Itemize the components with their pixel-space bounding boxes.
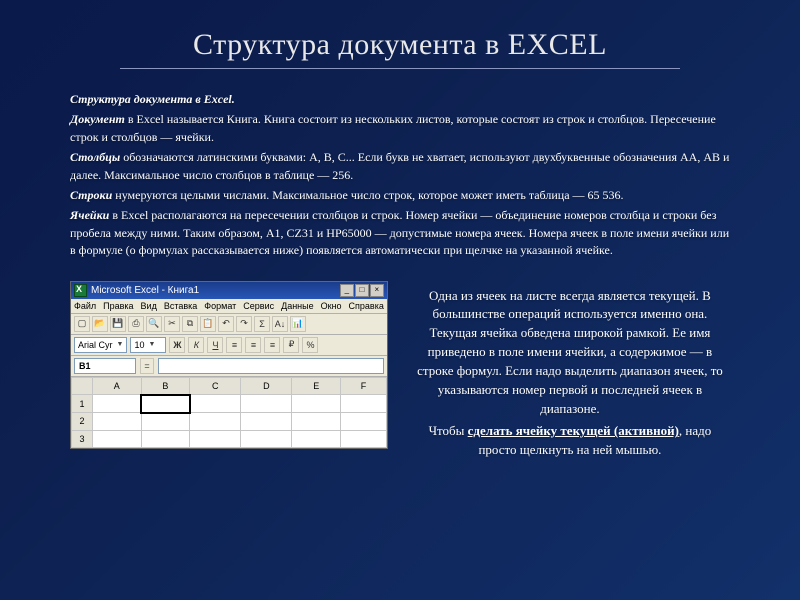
excel-toolbar-formatting: Arial Cyr▼ 10▼ Ж К Ч ≡ ≡ ≡ ₽ % bbox=[71, 335, 387, 356]
cell[interactable] bbox=[241, 413, 292, 431]
excel-namebox-row: B1 = bbox=[71, 356, 387, 377]
cell[interactable] bbox=[141, 430, 190, 447]
side-text-underlined: сделать ячейку текущей (активной) bbox=[468, 423, 679, 438]
p2-text: в Excel называется Книга. Книга состоит … bbox=[70, 112, 716, 143]
fontsize-dropdown[interactable]: 10▼ bbox=[130, 337, 166, 353]
align-right-icon[interactable]: ≡ bbox=[264, 337, 280, 353]
cell[interactable] bbox=[241, 395, 292, 413]
excel-app-icon bbox=[74, 284, 87, 297]
excel-toolbar-standard: ▢ 📂 💾 ⎙ 🔍 ✂ ⧉ 📋 ↶ ↷ Σ A↓ 📊 bbox=[71, 314, 387, 335]
active-cell[interactable] bbox=[141, 395, 190, 413]
menu-insert[interactable]: Вставка bbox=[164, 301, 197, 311]
menu-file[interactable]: Файл bbox=[74, 301, 96, 311]
sum-icon[interactable]: Σ bbox=[254, 316, 270, 332]
p4-text: нумеруются целыми числами. Максимальное … bbox=[112, 188, 623, 202]
col-header[interactable]: B bbox=[141, 377, 190, 395]
cell[interactable] bbox=[141, 413, 190, 431]
row-header[interactable]: 2 bbox=[72, 413, 93, 431]
p3-text: обозначаются латинскими буквами: А, В, С… bbox=[70, 150, 729, 181]
side-text-1: Одна из ячеек на листе всегда является т… bbox=[410, 287, 730, 419]
cell[interactable] bbox=[341, 395, 387, 413]
excel-menubar[interactable]: Файл Правка Вид Вставка Формат Сервис Да… bbox=[71, 299, 387, 314]
col-header[interactable]: C bbox=[190, 377, 241, 395]
chevron-down-icon: ▼ bbox=[117, 341, 124, 348]
align-left-icon[interactable]: ≡ bbox=[226, 337, 242, 353]
cell[interactable] bbox=[190, 395, 241, 413]
cell[interactable] bbox=[93, 413, 142, 431]
paste-icon[interactable]: 📋 bbox=[200, 316, 216, 332]
cell[interactable] bbox=[292, 430, 341, 447]
p5-term: Ячейки bbox=[70, 208, 109, 222]
excel-screenshot: Microsoft Excel - Книга1 _ □ × Файл Прав… bbox=[70, 281, 388, 461]
p3-term: Столбцы bbox=[70, 150, 120, 164]
bold-icon[interactable]: Ж bbox=[169, 337, 185, 353]
row-header[interactable]: 1 bbox=[72, 395, 93, 413]
p2-term: Документ bbox=[70, 112, 125, 126]
maximize-button[interactable]: □ bbox=[355, 284, 369, 297]
menu-data[interactable]: Данные bbox=[281, 301, 314, 311]
new-icon[interactable]: ▢ bbox=[74, 316, 90, 332]
fx-icon[interactable]: = bbox=[140, 358, 154, 374]
open-icon[interactable]: 📂 bbox=[92, 316, 108, 332]
menu-help[interactable]: Справка bbox=[349, 301, 384, 311]
minimize-button[interactable]: _ bbox=[340, 284, 354, 297]
body-text: Структура документа в Excel. Документ в … bbox=[0, 91, 800, 260]
copy-icon[interactable]: ⧉ bbox=[182, 316, 198, 332]
close-button[interactable]: × bbox=[370, 284, 384, 297]
slide-title: Структура документа в EXCEL bbox=[0, 0, 800, 68]
italic-icon[interactable]: К bbox=[188, 337, 204, 353]
p5-text: в Excel располагаются на пересечении сто… bbox=[70, 208, 729, 257]
title-underline bbox=[120, 68, 680, 69]
col-header[interactable]: E bbox=[292, 377, 341, 395]
side-text-2a: Чтобы bbox=[429, 423, 468, 438]
menu-window[interactable]: Окно bbox=[321, 301, 342, 311]
chevron-down-icon: ▼ bbox=[148, 341, 155, 348]
name-box[interactable]: B1 bbox=[74, 358, 136, 374]
cell[interactable] bbox=[292, 395, 341, 413]
formula-bar[interactable] bbox=[158, 358, 384, 374]
menu-format[interactable]: Формат bbox=[204, 301, 236, 311]
cell[interactable] bbox=[190, 413, 241, 431]
chart-icon[interactable]: 📊 bbox=[290, 316, 306, 332]
cell[interactable] bbox=[292, 413, 341, 431]
select-all-corner[interactable] bbox=[72, 377, 93, 395]
row-header[interactable]: 3 bbox=[72, 430, 93, 447]
col-header[interactable]: F bbox=[341, 377, 387, 395]
menu-tools[interactable]: Сервис bbox=[243, 301, 274, 311]
cell[interactable] bbox=[341, 430, 387, 447]
p1-bold: Структура документа в Excel. bbox=[70, 92, 235, 106]
cell[interactable] bbox=[241, 430, 292, 447]
excel-grid[interactable]: A B C D E F 1 2 3 bbox=[71, 377, 387, 448]
excel-titlebar: Microsoft Excel - Книга1 _ □ × bbox=[71, 282, 387, 299]
p4-term: Строки bbox=[70, 188, 112, 202]
undo-icon[interactable]: ↶ bbox=[218, 316, 234, 332]
save-icon[interactable]: 💾 bbox=[110, 316, 126, 332]
currency-icon[interactable]: ₽ bbox=[283, 337, 299, 353]
preview-icon[interactable]: 🔍 bbox=[146, 316, 162, 332]
cell[interactable] bbox=[341, 413, 387, 431]
sort-asc-icon[interactable]: A↓ bbox=[272, 316, 288, 332]
cell[interactable] bbox=[93, 395, 142, 413]
font-dropdown[interactable]: Arial Cyr▼ bbox=[74, 337, 127, 353]
menu-edit[interactable]: Правка bbox=[103, 301, 133, 311]
underline-icon[interactable]: Ч bbox=[207, 337, 223, 353]
menu-view[interactable]: Вид bbox=[141, 301, 157, 311]
side-paragraph: Одна из ячеек на листе всегда является т… bbox=[410, 281, 730, 461]
cut-icon[interactable]: ✂ bbox=[164, 316, 180, 332]
align-center-icon[interactable]: ≡ bbox=[245, 337, 261, 353]
print-icon[interactable]: ⎙ bbox=[128, 316, 144, 332]
col-header[interactable]: A bbox=[93, 377, 142, 395]
percent-icon[interactable]: % bbox=[302, 337, 318, 353]
col-header[interactable]: D bbox=[241, 377, 292, 395]
excel-window-title: Microsoft Excel - Книга1 bbox=[91, 285, 199, 296]
cell[interactable] bbox=[93, 430, 142, 447]
redo-icon[interactable]: ↷ bbox=[236, 316, 252, 332]
cell[interactable] bbox=[190, 430, 241, 447]
